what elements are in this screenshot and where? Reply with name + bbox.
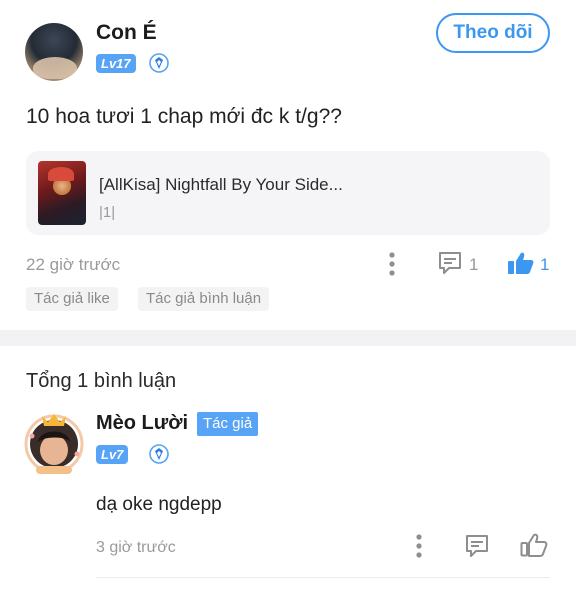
follow-button[interactable]: Theo dõi — [436, 13, 550, 53]
story-chapter: |1| — [99, 204, 116, 221]
tag-author-like[interactable]: Tác giả like — [26, 287, 118, 311]
comments-total: Tổng 1 bình luận — [26, 370, 177, 392]
author-avatar[interactable] — [25, 23, 83, 81]
shield-icon — [149, 444, 169, 464]
comment-time: 3 giờ trước — [96, 539, 176, 556]
level-badge: Lv7 — [96, 445, 129, 464]
tag-author-comment[interactable]: Tác giả bình luận — [138, 287, 270, 311]
author-badge: Tác giả — [197, 412, 259, 436]
more-vertical-icon[interactable] — [386, 251, 398, 277]
author-name[interactable]: Con É — [96, 21, 157, 45]
commenter-name[interactable]: Mèo Lười — [96, 412, 188, 435]
shield-icon — [149, 53, 169, 73]
story-title: [AllKisa] Nightfall By Your Side... — [99, 175, 343, 194]
comment-count: 1 — [469, 255, 479, 274]
comment-divider — [96, 577, 550, 578]
thumbs-up-icon[interactable] — [507, 250, 535, 276]
commenter-avatar[interactable] — [22, 408, 86, 476]
more-vertical-icon[interactable] — [413, 533, 425, 559]
level-badge: Lv17 — [96, 54, 136, 73]
thumbs-up-icon[interactable] — [520, 532, 548, 558]
comment-text: dạ oke ngdepp — [96, 494, 222, 515]
linked-story-card[interactable]: [AllKisa] Nightfall By Your Side... |1| — [26, 151, 550, 235]
post-text: 10 hoa tươi 1 chap mới đc k t/g?? — [26, 105, 342, 128]
comment-icon[interactable] — [437, 250, 463, 276]
section-divider — [0, 330, 576, 346]
post-card: Con É Lv17 Theo dõi 10 hoa tươi 1 chap m… — [0, 0, 576, 330]
story-cover — [38, 161, 86, 225]
like-count: 1 — [540, 255, 550, 274]
comment-icon[interactable] — [464, 533, 490, 559]
post-time: 22 giờ trước — [26, 255, 121, 274]
